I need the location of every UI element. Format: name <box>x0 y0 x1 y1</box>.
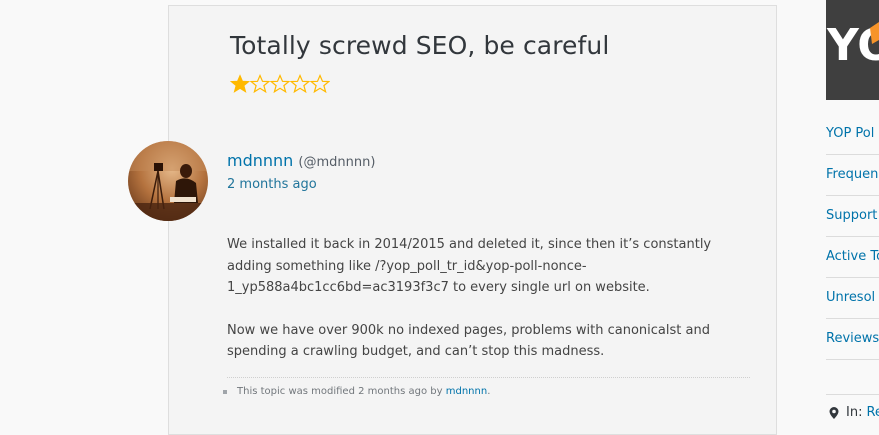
review-paragraph: We installed it back in 2014/2015 and de… <box>227 237 712 295</box>
star-empty-icon <box>290 74 310 94</box>
sidebar-divider <box>826 394 879 395</box>
sidebar-item-support[interactable]: Support <box>826 196 879 237</box>
post-date-link[interactable]: 2 months ago <box>227 177 317 192</box>
star-rating <box>230 74 330 94</box>
modified-note: This topic was modified 2 months ago by … <box>223 386 490 397</box>
sidebar-nav: YOP Pol Frequen Support Active To Unreso… <box>826 114 879 360</box>
bullet-icon <box>223 389 227 394</box>
author-line: mdnnnn (@mdnnnn) <box>227 151 375 170</box>
modified-by-link[interactable]: mdnnnn <box>446 386 487 397</box>
sidebar-item-active-topics[interactable]: Active To <box>826 237 879 278</box>
star-empty-icon <box>250 74 270 94</box>
plugin-logo-icon: YO <box>826 0 879 100</box>
sidebar-item-faq[interactable]: Frequen <box>826 155 879 196</box>
sidebar-in-forum: In: Re <box>828 405 879 420</box>
sidebar-item-plugin[interactable]: YOP Pol <box>826 114 879 155</box>
review-body: We installed it back in 2014/2015 and de… <box>227 234 727 384</box>
author-handle: (@mdnnnn) <box>298 155 376 170</box>
modified-prefix: This topic was modified 2 months ago by <box>237 386 443 397</box>
star-empty-icon <box>270 74 290 94</box>
divider <box>227 377 750 378</box>
modified-suffix: . <box>487 386 491 397</box>
review-paragraph: Now we have over 900k no indexed pages, … <box>227 322 710 360</box>
author-name-link[interactable]: mdnnnn <box>227 151 293 170</box>
sidebar-item-reviews[interactable]: Reviews <box>826 319 879 360</box>
review-card: Totally screwd SEO, be careful mdnnnn (@… <box>128 5 777 435</box>
avatar-photo <box>128 141 208 221</box>
review-title: Totally screwd SEO, be careful <box>230 31 610 60</box>
in-forum-link[interactable]: Re <box>866 405 879 420</box>
star-empty-icon <box>310 74 330 94</box>
location-pin-icon <box>829 406 839 419</box>
author-avatar[interactable] <box>128 141 208 221</box>
in-label: In: <box>846 405 863 420</box>
plugin-banner[interactable]: YO <box>826 0 879 100</box>
sidebar-item-unresolved[interactable]: Unresol <box>826 278 879 319</box>
star-filled-icon <box>230 74 250 93</box>
